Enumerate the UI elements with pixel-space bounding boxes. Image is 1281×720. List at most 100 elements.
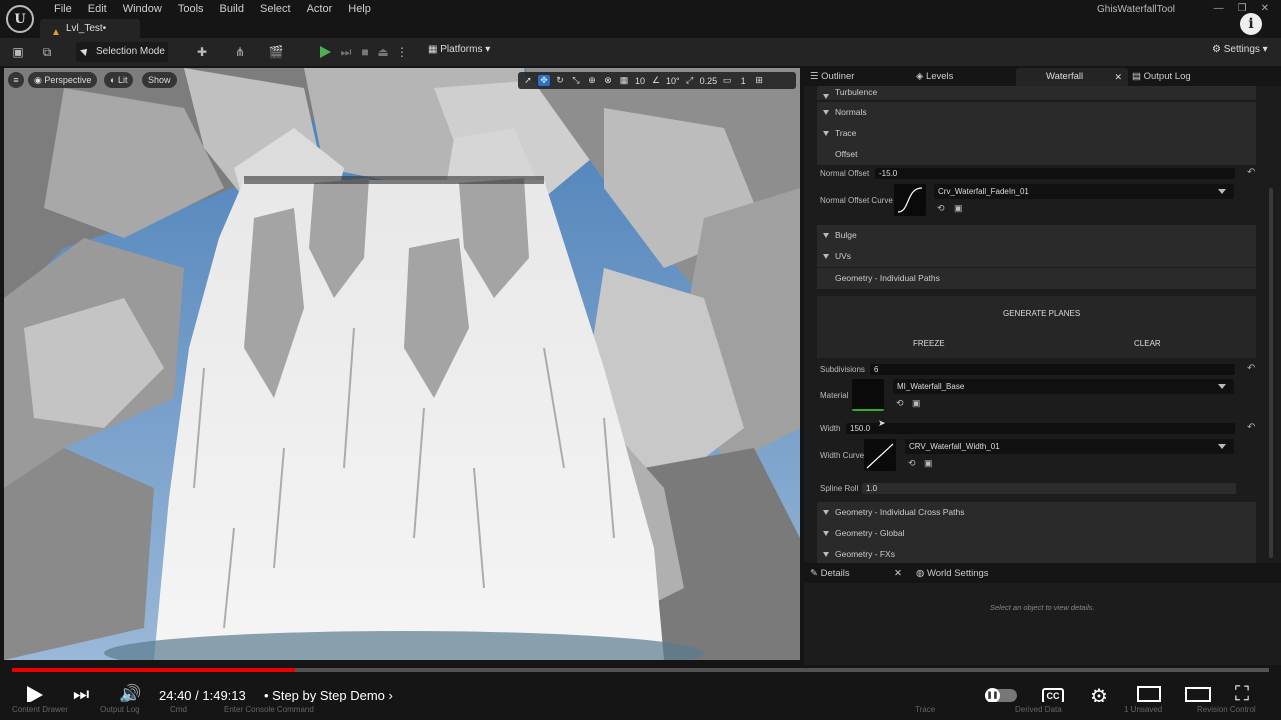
add-actor-icon[interactable]: ✚ [194,44,210,60]
layout-icon[interactable]: ⊞ [753,75,765,86]
section-offset[interactable]: Offset [817,144,1256,165]
reset-arrow-icon[interactable]: ↶ [1247,363,1255,374]
restore-icon[interactable]: ❐ [1238,3,1247,14]
close-tab-icon[interactable]: ✕ [1114,68,1122,86]
world-space-icon[interactable]: ⊕ [586,75,598,86]
autoplay-toggle[interactable]: ❚❚ [985,688,1017,703]
use-selected-icon[interactable]: ⟲ [937,203,945,214]
subdivisions-field[interactable]: 6 [870,364,1235,375]
scale-snap-value[interactable]: 0.25 [700,76,718,86]
section-geometry-global[interactable]: Geometry - Global [817,523,1256,544]
unreal-logo-icon[interactable]: U [6,5,34,33]
settings-button[interactable]: ⚙ Settings ▾ [1212,44,1268,55]
section-geometry-cross-paths[interactable]: Geometry - Individual Cross Paths [817,502,1256,523]
menu-select[interactable]: Select [252,3,299,15]
perspective-button[interactable]: ◉ Perspective [28,72,98,88]
menu-window[interactable]: Window [115,3,170,15]
console-input[interactable]: Enter Console Command [224,705,314,714]
scale-snap-icon[interactable]: ⤢ [684,75,696,86]
selection-mode-dropdown[interactable]: Selection Mode ▾ [76,42,168,77]
play-options-icon[interactable]: ⋮ [394,44,410,60]
cmd-button[interactable]: Cmd [170,705,187,714]
lit-button[interactable]: ◐ Lit [104,72,134,88]
tab-output-log[interactable]: ▤ Output Log [1132,71,1191,82]
surface-snap-icon[interactable]: ⊗ [602,75,614,86]
miniplayer-icon[interactable] [1137,686,1161,702]
curve-thumbnail[interactable] [894,184,926,216]
section-turbulence[interactable]: Turbulence [817,86,1256,100]
move-tool-icon[interactable]: ✥ [538,75,550,86]
menu-actor[interactable]: Actor [299,3,341,15]
content-browser-icon[interactable]: ⧉ [39,44,55,60]
section-trace[interactable]: Trace [817,123,1256,144]
blueprint-icon[interactable]: ⋔ [232,44,248,60]
save-icon[interactable]: ▣ [10,44,26,60]
close-window-icon[interactable]: ✕ [1261,3,1269,14]
rotate-tool-icon[interactable]: ↻ [554,75,566,86]
theater-mode-icon[interactable] [1185,687,1211,702]
section-normals[interactable]: Normals [817,102,1256,123]
minimize-icon[interactable]: — [1214,3,1224,14]
unsaved-button[interactable]: 1 Unsaved [1124,705,1162,714]
show-button[interactable]: Show [142,72,177,88]
clear-button[interactable]: CLEAR [1134,339,1161,348]
trace-button[interactable]: Trace [915,705,935,714]
panel-scrollbar[interactable] [1269,188,1273,558]
material-dropdown[interactable]: MI_Waterfall_Base [893,379,1234,394]
step-icon[interactable]: ⏭ [338,44,354,60]
menu-help[interactable]: Help [340,3,379,15]
browse-icon[interactable]: ▣ [954,203,963,214]
width-curve-thumbnail[interactable] [864,439,896,471]
platforms-button[interactable]: ▦ Platforms ▾ [428,44,490,55]
scale-tool-icon[interactable]: ⤡ [570,75,582,86]
output-log-button[interactable]: Output Log [100,705,140,714]
play-icon[interactable] [320,46,331,58]
reset-arrow-icon[interactable]: ↶ [1247,422,1255,433]
normal-offset-curve-dropdown[interactable]: Crv_Waterfall_FadeIn_01 [934,184,1234,199]
material-thumbnail[interactable] [852,379,884,411]
use-selected-icon[interactable]: ⟲ [908,458,916,469]
stop-icon[interactable]: ■ [357,44,373,60]
revision-control-button[interactable]: Revision Control [1197,705,1256,714]
menu-tools[interactable]: Tools [170,3,212,15]
derived-data-button[interactable]: Derived Data [1015,705,1062,714]
camera-speed-icon[interactable]: ▭ [721,75,733,86]
menu-file[interactable]: File [46,3,80,15]
angle-snap-value[interactable]: 10° [666,76,680,86]
spline-roll-field[interactable]: 1.0 [862,483,1236,494]
width-curve-dropdown[interactable]: CRV_Waterfall_Width_01 [905,439,1234,454]
tab-outliner[interactable]: ☰ Outliner [810,71,854,82]
tab-world-settings[interactable]: ◍ World Settings [916,568,989,579]
menu-edit[interactable]: Edit [80,3,115,15]
width-field[interactable]: 150.0 [846,423,1235,434]
browse-icon[interactable]: ▣ [924,458,933,469]
tab-waterfall[interactable]: Waterfall ✕ [1016,68,1128,86]
level-viewport[interactable]: ≡ ◉ Perspective ◐ Lit Show ➚ ✥ ↻ ⤡ ⊕ ⊗ ▦… [4,68,800,660]
video-progress-bar[interactable] [12,668,1269,672]
chapter-title[interactable]: • Step by Step Demo › [264,688,393,703]
section-geometry-fxs[interactable]: Geometry - FXs [817,544,1256,563]
normal-offset-field[interactable]: -15.0 [875,168,1235,179]
menu-build[interactable]: Build [212,3,252,15]
generate-planes-button[interactable]: GENERATE PLANES [1003,309,1080,318]
cinematics-icon[interactable]: 🎬 [268,44,284,60]
section-bulge[interactable]: Bulge [817,225,1256,246]
content-drawer-button[interactable]: Content Drawer [12,705,68,714]
section-uvs[interactable]: UVs [817,246,1256,267]
close-details-icon[interactable]: ✕ [894,568,902,579]
select-tool-icon[interactable]: ➚ [522,75,534,86]
camera-speed-value[interactable]: 1 [737,76,749,86]
tab-levels[interactable]: ◈ Levels [916,71,953,82]
viewport-menu-icon[interactable]: ≡ [8,72,24,88]
use-selected-icon[interactable]: ⟲ [896,398,904,409]
reset-arrow-icon[interactable]: ↶ [1247,167,1255,178]
level-tab[interactable]: ▲ Lvl_Test• [40,19,140,38]
grid-size-value[interactable]: 10 [634,76,646,86]
section-geometry-individual-paths[interactable]: Geometry - Individual Paths [817,268,1256,289]
tab-details[interactable]: ✎ Details [810,568,850,579]
browse-icon[interactable]: ▣ [912,398,921,409]
angle-snap-icon[interactable]: ∠ [650,75,662,86]
grid-snap-icon[interactable]: ▦ [618,75,630,86]
freeze-button[interactable]: FREEZE [913,339,945,348]
info-icon[interactable]: i [1240,13,1262,35]
